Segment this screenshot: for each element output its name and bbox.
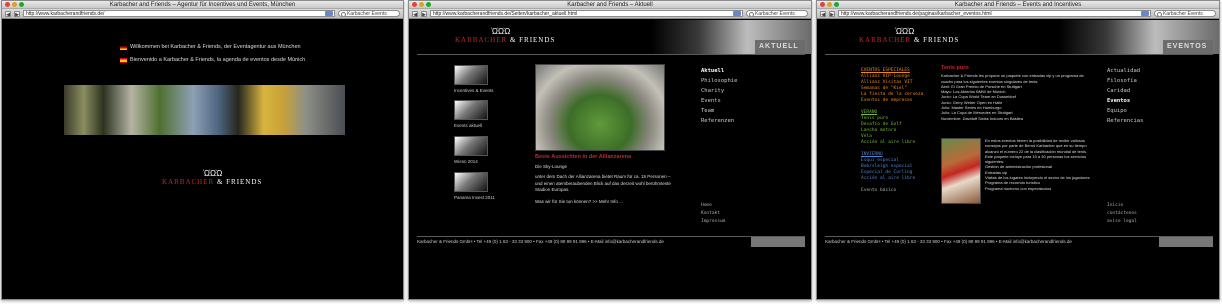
menu-item-equipo[interactable]: Equipo: [1107, 106, 1143, 116]
article: Beste Aussichten in der Allianzarena Die…: [535, 154, 675, 205]
footer-menu: Home Kontakt Impressum: [701, 202, 725, 226]
divider: [417, 236, 805, 237]
divider: [417, 54, 805, 55]
window-title: Karbacher and Friends – Agentur für Ince…: [109, 2, 296, 8]
language-link-de[interactable]: Willkommen bei Karbacher & Friends, der …: [120, 44, 301, 50]
browser-window-aktuell: Karbacher and Friends – Aktuell ◀ ▶ http…: [408, 0, 812, 300]
section-label: EVENTOS: [1163, 40, 1213, 54]
rss-icon[interactable]: [325, 11, 333, 16]
search-field[interactable]: Karbacher Events: [1154, 10, 1216, 17]
left-link[interactable]: Acción al aire libre: [861, 176, 923, 182]
link-inicio[interactable]: Inicio: [1107, 202, 1137, 210]
footer-box: [1159, 237, 1213, 247]
thumb-caption: Panama Invest 2011: [454, 195, 495, 200]
german-flag-icon: [120, 44, 127, 50]
back-icon[interactable]: ◀: [5, 10, 11, 18]
section-label: AKTUELL: [755, 40, 805, 54]
forward-icon[interactable]: ▶: [421, 10, 427, 18]
photo-strip: [64, 85, 345, 135]
menu-item-philosophie[interactable]: Philosophie: [701, 76, 737, 86]
divider: [825, 54, 1213, 55]
thumb-caption: Events aktuell: [454, 123, 483, 128]
rss-icon[interactable]: [733, 11, 741, 16]
footer-contact: Karbacher & Friends GmbH • Tel +49 (0) 1…: [825, 239, 1072, 244]
browser-toolbar: ◀ ▶ http://www.karbacherandfriends.de/ K…: [2, 9, 403, 19]
thumb-panama[interactable]: [454, 172, 488, 192]
more-info-link[interactable]: Was wir für Sie tun können? >> Mehr Info…: [535, 199, 675, 206]
address-bar[interactable]: http://www.karbacherandfriends.de/pagina…: [838, 10, 1151, 17]
menu-item-eventos[interactable]: Eventos: [1107, 96, 1143, 106]
article-subheadline: Die Sky-Lounge: [535, 163, 568, 169]
menu-item-caridad[interactable]: Caridad: [1107, 86, 1143, 96]
main-menu: Aktuell Philosophie Charity Events Team …: [701, 66, 737, 126]
tennis-player-photo: [941, 138, 981, 204]
window-title: Karbacher and Friends – Events and Incen…: [954, 2, 1082, 8]
forward-icon[interactable]: ▶: [14, 10, 20, 18]
menu-item-referenzen[interactable]: Referenzen: [701, 116, 737, 126]
stadium-photo: [535, 64, 665, 151]
search-field[interactable]: Karbacher Events: [746, 10, 808, 17]
rss-icon[interactable]: [1141, 11, 1149, 16]
footer-menu: Inicio contáctenos aviso legal: [1107, 202, 1137, 226]
left-link[interactable]: Eventos de empresas: [861, 98, 923, 104]
brand-logo: ῺῺῺ KARBACHER & FRIENDS: [162, 169, 263, 187]
browser-toolbar: ◀ ▶ http://www.karbacherandfriends.de/Se…: [409, 9, 811, 19]
thumb-caption: Wiesn 2014: [454, 159, 478, 164]
browser-toolbar: ◀ ▶ http://www.karbacherandfriends.de/pa…: [817, 9, 1219, 19]
brand-logo: ῺῺῺ KARBACHER & FRIENDS: [859, 27, 960, 45]
article-continued: En estos eventos tienen la posibilidad d…: [985, 138, 1093, 191]
title-bar: Karbacher and Friends – Aktuell: [409, 1, 811, 9]
menu-item-team[interactable]: Team: [701, 106, 737, 116]
thumb-wiesn[interactable]: [454, 136, 488, 156]
brand-logo: ῺῺῺ KARBACHER & FRIENDS: [455, 27, 556, 45]
menu-item-charity[interactable]: Charity: [701, 86, 737, 96]
footer-box: [751, 237, 805, 247]
footer-contact: Karbacher & Friends GmbH • Tel +49 (0) 1…: [417, 239, 664, 244]
spanish-flag-icon: [120, 57, 127, 63]
back-icon[interactable]: ◀: [820, 10, 826, 18]
address-bar[interactable]: http://www.karbacherandfriends.de/: [23, 10, 335, 17]
thumb-incentives[interactable]: [454, 65, 488, 85]
menu-item-aktuell[interactable]: Aktuell: [701, 66, 737, 76]
thumb-events[interactable]: [454, 100, 488, 120]
menu-item-referencias[interactable]: Referencias: [1107, 116, 1143, 126]
menu-item-filosofia[interactable]: Filosofía: [1107, 76, 1143, 86]
divider: [825, 236, 1213, 237]
link-kontakt[interactable]: Kontakt: [701, 210, 725, 218]
left-link[interactable]: Evento básico: [861, 188, 923, 194]
menu-item-events[interactable]: Events: [701, 96, 737, 106]
page-content: ῺῺῺ KARBACHER & FRIENDS EVENTOS EVENTOS …: [817, 20, 1219, 299]
link-contactenos[interactable]: contáctenos: [1107, 210, 1137, 218]
page-content: Willkommen bei Karbacher & Friends, der …: [2, 20, 403, 299]
menu-item-actualidad[interactable]: Actualidad: [1107, 66, 1143, 76]
main-menu: Actualidad Filosofía Caridad Eventos Equ…: [1107, 66, 1143, 126]
link-aviso-legal[interactable]: aviso legal: [1107, 218, 1137, 226]
link-home[interactable]: Home: [701, 202, 725, 210]
language-link-es[interactable]: Bienvenido a Karbacher & Friends, la age…: [120, 57, 305, 63]
left-link[interactable]: Acción al aire libre: [861, 140, 923, 146]
thumb-caption: Incentives & Events: [454, 88, 494, 93]
link-impressum[interactable]: Impressum: [701, 218, 725, 226]
page-content: ῺῺῺ KARBACHER & FRIENDS AKTUELL Incentiv…: [409, 20, 811, 299]
article-headline: Tenis puro: [941, 65, 969, 71]
logo-figures-icon: ῺῺῺ: [894, 27, 914, 36]
article-headline: Beste Aussichten in der Allianzarena: [535, 154, 632, 160]
browser-window-eventos: Karbacher and Friends – Events and Incen…: [816, 0, 1220, 300]
address-bar[interactable]: http://www.karbacherandfriends.de/Seiten…: [430, 10, 743, 17]
search-field[interactable]: Karbacher Events: [338, 10, 400, 17]
article: Tenis puro Karbacher & Friends les propo…: [941, 65, 1091, 121]
list-item: Noviembre: Davidoff Swiss Indoors en Bas…: [941, 115, 1023, 121]
title-bar: Karbacher and Friends – Agentur für Ince…: [2, 1, 403, 9]
window-title: Karbacher and Friends – Aktuell: [567, 2, 653, 8]
logo-figures-icon: ῺῺῺ: [490, 27, 510, 36]
logo-figures-icon: ῺῺῺ: [202, 169, 222, 178]
article-body: unter dem Dach der Allianzarena bietet R…: [535, 174, 671, 192]
left-menu: EVENTOS ESPECIALES Allianz VIP-Lounge Al…: [861, 68, 923, 194]
forward-icon[interactable]: ▶: [829, 10, 835, 18]
title-bar: Karbacher and Friends – Events and Incen…: [817, 1, 1219, 9]
back-icon[interactable]: ◀: [412, 10, 418, 18]
browser-window-home: Karbacher and Friends – Agentur für Ince…: [1, 0, 404, 300]
list-item: Programa nocturno con espectáculos: [985, 185, 1052, 191]
